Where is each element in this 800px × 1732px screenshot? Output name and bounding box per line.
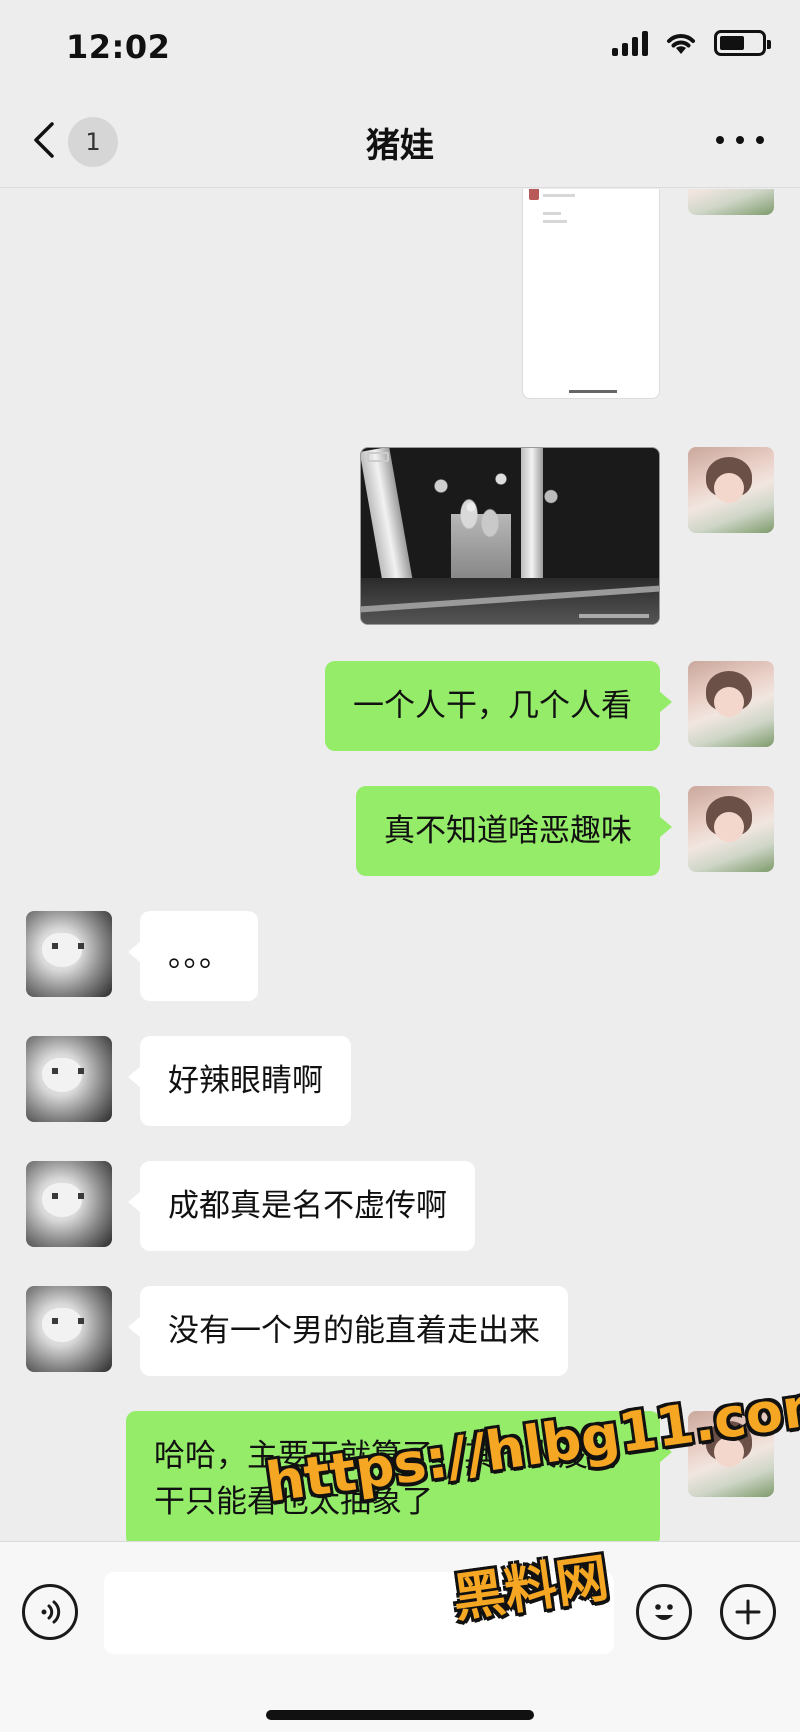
plus-icon bbox=[735, 1599, 761, 1625]
message-bubble[interactable]: 。。。 bbox=[128, 911, 258, 1001]
chat-message-list[interactable]: 一个人干，几个人看 真不知道啥恶趣味 。。。 好辣眼睛啊 成都真是名不虚传啊 没… bbox=[0, 189, 800, 1541]
more-functions-button[interactable] bbox=[720, 1584, 776, 1640]
thumbnail-line bbox=[543, 220, 567, 223]
home-indicator bbox=[266, 1710, 534, 1720]
message-image-photo[interactable] bbox=[360, 447, 660, 625]
emoji-icon bbox=[655, 1604, 673, 1620]
more-options-button[interactable] bbox=[716, 122, 764, 158]
chat-title: 猪娃 bbox=[366, 126, 434, 166]
message-image-screenshot[interactable] bbox=[0, 189, 800, 409]
emoji-button[interactable] bbox=[636, 1584, 692, 1640]
wifi-icon bbox=[667, 34, 695, 54]
avatar[interactable] bbox=[26, 911, 112, 997]
input-bar bbox=[0, 1541, 800, 1732]
avatar[interactable] bbox=[26, 1036, 112, 1122]
message-bubble[interactable]: 好辣眼睛啊 bbox=[128, 1036, 351, 1126]
camera-logo bbox=[367, 452, 389, 462]
message-bubble[interactable]: 哈哈，主要干就算了，其他人没的干只能看也太抽象了 bbox=[126, 1411, 672, 1541]
avatar[interactable] bbox=[688, 447, 774, 533]
message-bubble[interactable]: 一个人干，几个人看 bbox=[325, 661, 672, 751]
dot-icon bbox=[756, 136, 764, 144]
voice-icon bbox=[41, 1600, 61, 1624]
avatar[interactable] bbox=[688, 661, 774, 747]
avatar[interactable] bbox=[688, 786, 774, 872]
avatar[interactable] bbox=[26, 1286, 112, 1372]
message-bubble[interactable]: 真不知道啥恶趣味 bbox=[356, 786, 672, 876]
thumbnail-line bbox=[543, 212, 561, 215]
voice-input-button[interactable] bbox=[22, 1584, 78, 1640]
battery-icon bbox=[714, 30, 771, 56]
status-icons bbox=[612, 30, 771, 56]
message-bubble[interactable]: 没有一个男的能直着走出来 bbox=[128, 1286, 568, 1376]
photo-figures bbox=[451, 496, 511, 586]
thumbnail-home-bar bbox=[569, 390, 617, 393]
dot-icon bbox=[736, 136, 744, 144]
status-bar: 12:02 bbox=[0, 0, 800, 92]
message-input[interactable] bbox=[104, 1572, 614, 1654]
avatar[interactable] bbox=[688, 189, 774, 215]
thumbnail-avatar bbox=[529, 189, 539, 200]
chat-header: 1 猪娃 bbox=[0, 92, 800, 188]
avatar[interactable] bbox=[26, 1161, 112, 1247]
avatar[interactable] bbox=[688, 1411, 774, 1497]
thumbnail-line bbox=[543, 194, 575, 197]
dot-icon bbox=[716, 136, 724, 144]
message-bubble[interactable]: 成都真是名不虚传啊 bbox=[128, 1161, 475, 1251]
status-time: 12:02 bbox=[66, 28, 171, 66]
screenshot-image[interactable] bbox=[522, 189, 660, 399]
battery-fill bbox=[720, 36, 744, 50]
camera-timestamp bbox=[579, 614, 649, 618]
signal-icon bbox=[612, 30, 648, 56]
